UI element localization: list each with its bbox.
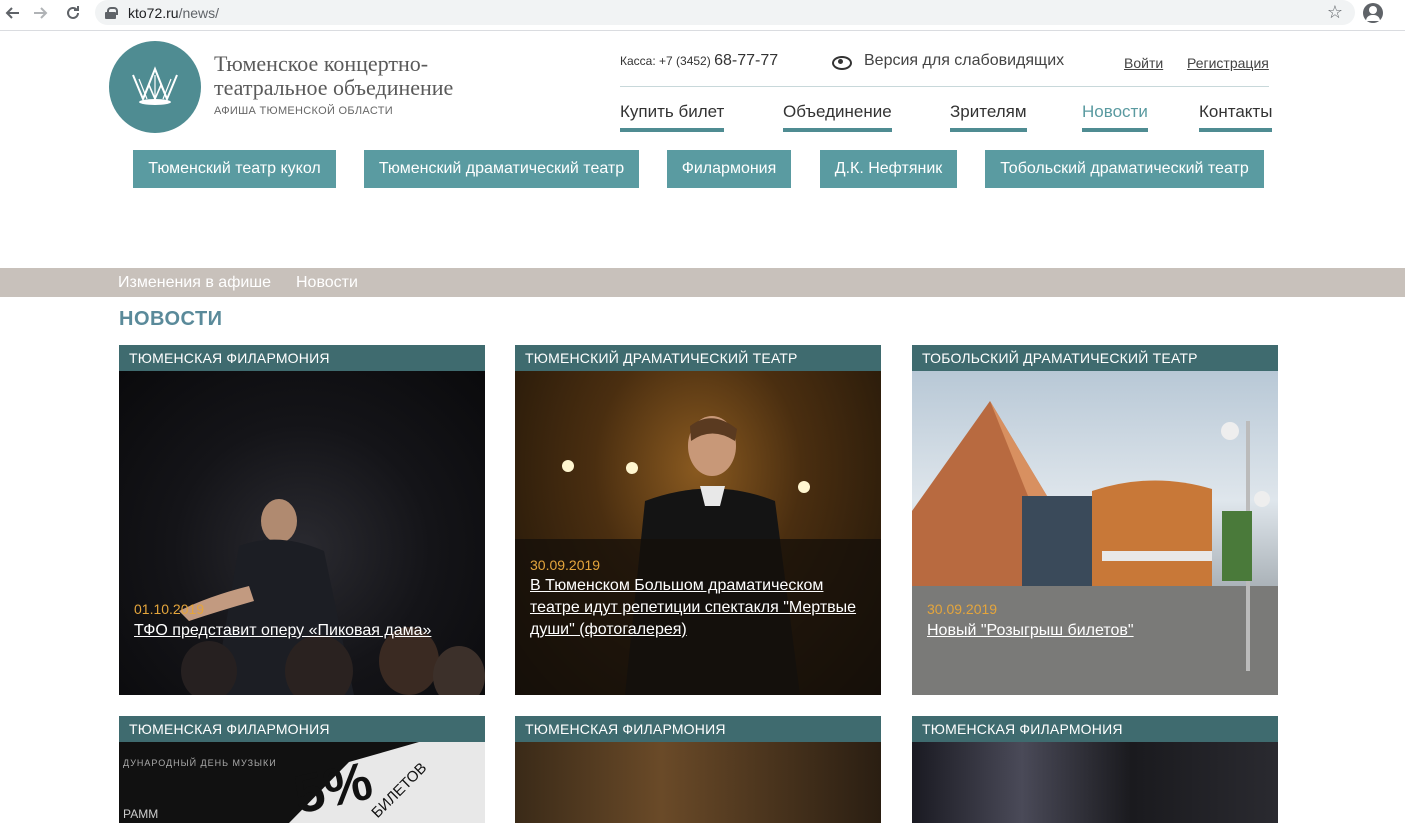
news-card-category[interactable]: ТОБОЛЬСКИЙ ДРАМАТИЧЕСКИЙ ТЕАТР <box>912 345 1278 371</box>
news-card[interactable]: ТЮМЕНСКАЯ ФИЛАРМОНИЯ 01.10.2019 ТФО пред… <box>119 345 485 695</box>
subnav-item-schedule-changes[interactable]: Изменения в афише <box>118 274 271 292</box>
theatre-button-tobolsk[interactable]: Тобольский драматический театр <box>985 150 1264 188</box>
promo-small-text: ДУНАРОДНЫЙ ДЕНЬ МУЗЫКИ <box>123 758 277 768</box>
subnav-item-news[interactable]: Новости <box>296 274 358 292</box>
sub-navigation: Изменения в афише Новости <box>0 268 1405 297</box>
news-card-title[interactable]: ТФО представит оперу «Пиковая дама» <box>134 620 470 642</box>
news-card-image[interactable]: 30.09.2019 В Тюменском Большом драматиче… <box>515 371 881 695</box>
nav-item-viewers[interactable]: Зрителям <box>950 102 1027 132</box>
main-nav: Купить билет Объединение Зрителям Новост… <box>620 102 1273 132</box>
site-logo[interactable] <box>109 41 201 133</box>
news-card-image[interactable]: 30.09.2019 Новый "Розыгрыш билетов" <box>912 371 1278 695</box>
login-link[interactable]: Войти <box>1124 55 1163 71</box>
theatre-building-photo <box>912 401 1278 695</box>
news-card-category[interactable]: ТЮМЕНСКАЯ ФИЛАРМОНИЯ <box>912 716 1278 742</box>
crown-icon <box>132 66 178 105</box>
news-card[interactable]: ТЮМЕНСКАЯ ФИЛАРМОНИЯ ДУНАРОДНЫЙ ДЕНЬ МУЗ… <box>119 716 485 823</box>
nav-item-association[interactable]: Объединение <box>783 102 892 132</box>
conductor-photo <box>179 499 485 695</box>
forward-icon[interactable] <box>29 1 53 25</box>
org-name-line1: Тюменское концертно- <box>214 51 429 76</box>
back-icon[interactable] <box>0 1 24 25</box>
lock-icon <box>105 6 118 19</box>
news-card[interactable]: ТЮМЕНСКАЯ ФИЛАРМОНИЯ <box>912 716 1278 823</box>
news-card-date: 30.09.2019 <box>927 601 998 617</box>
news-card-image[interactable]: ДУНАРОДНЫЙ ДЕНЬ МУЗЫКИ РАММ 5% БИЛЕТОВ <box>119 742 485 823</box>
news-card[interactable]: ТОБОЛЬСКИЙ ДРАМАТИЧЕСКИЙ ТЕАТР 30.09.201… <box>912 345 1278 695</box>
box-office-phone[interactable]: Касса: +7 (3452) 68-77-77 <box>620 52 778 70</box>
theatre-button-philharmonic[interactable]: Филармония <box>667 150 791 188</box>
news-card-date: 30.09.2019 <box>530 557 601 573</box>
news-card-title[interactable]: Новый "Розыгрыш билетов" <box>927 620 1263 642</box>
news-card-category[interactable]: ТЮМЕНСКАЯ ФИЛАРМОНИЯ <box>515 716 881 742</box>
news-card-date: 01.10.2019 <box>134 601 205 617</box>
org-name-line2: театральное объединение <box>214 75 454 100</box>
kassa-label: Касса: +7 (3452) <box>620 54 711 68</box>
nav-item-buy-ticket[interactable]: Купить билет <box>620 102 725 132</box>
theatre-button-neftyanik[interactable]: Д.К. Нефтяник <box>820 150 957 188</box>
header-divider <box>620 86 1269 87</box>
news-card-category[interactable]: ТЮМЕНСКАЯ ФИЛАРМОНИЯ <box>119 716 485 742</box>
news-card-category[interactable]: ТЮМЕНСКИЙ ДРАМАТИЧЕСКИЙ ТЕАТР <box>515 345 881 371</box>
address-bar[interactable]: kto72.ru/news/ <box>95 0 1355 25</box>
low-vision-label: Версия для слабовидящих <box>864 52 1065 69</box>
news-card-title[interactable]: В Тюменском Большом драматическом театре… <box>530 575 866 641</box>
low-vision-link[interactable]: Версия для слабовидящих <box>832 52 1064 70</box>
nav-item-news[interactable]: Новости <box>1082 102 1148 132</box>
org-subtitle: АФИША ТЮМЕНСКОЙ ОБЛАСТИ <box>214 105 393 117</box>
toolbar-divider <box>0 30 1405 31</box>
kassa-phone: 68-77-77 <box>714 52 779 69</box>
news-card[interactable]: ТЮМЕНСКИЙ ДРАМАТИЧЕСКИЙ ТЕАТР 30.09.2019… <box>515 345 881 695</box>
org-name[interactable]: Тюменское концертно- театральное объедин… <box>214 52 453 100</box>
nav-item-contacts[interactable]: Контакты <box>1199 102 1273 132</box>
news-card-image[interactable] <box>515 742 881 823</box>
bookmark-star-icon[interactable]: ☆ <box>1327 2 1343 23</box>
news-card-category[interactable]: ТЮМЕНСКАЯ ФИЛАРМОНИЯ <box>119 345 485 371</box>
theatre-buttons: Тюменский театр кукол Тюменский драматич… <box>0 150 1405 188</box>
reload-icon[interactable] <box>61 1 85 25</box>
page-title: НОВОСТИ <box>119 308 223 330</box>
register-link[interactable]: Регистрация <box>1187 55 1269 71</box>
eye-icon <box>832 55 852 70</box>
promo-ramm-text: РАММ <box>123 807 159 821</box>
theatre-button-puppet[interactable]: Тюменский театр кукол <box>133 150 336 188</box>
theatre-button-drama[interactable]: Тюменский драматический театр <box>364 150 639 188</box>
url-domain: kto72.ru <box>128 4 179 21</box>
news-card[interactable]: ТЮМЕНСКАЯ ФИЛАРМОНИЯ <box>515 716 881 823</box>
news-card-image[interactable]: 01.10.2019 ТФО представит оперу «Пиковая… <box>119 371 485 695</box>
profile-avatar-icon[interactable] <box>1363 3 1383 23</box>
news-card-image[interactable] <box>912 742 1278 823</box>
url-path: /news/ <box>178 4 220 21</box>
browser-toolbar: kto72.ru/news/ ☆ <box>0 0 1405 26</box>
